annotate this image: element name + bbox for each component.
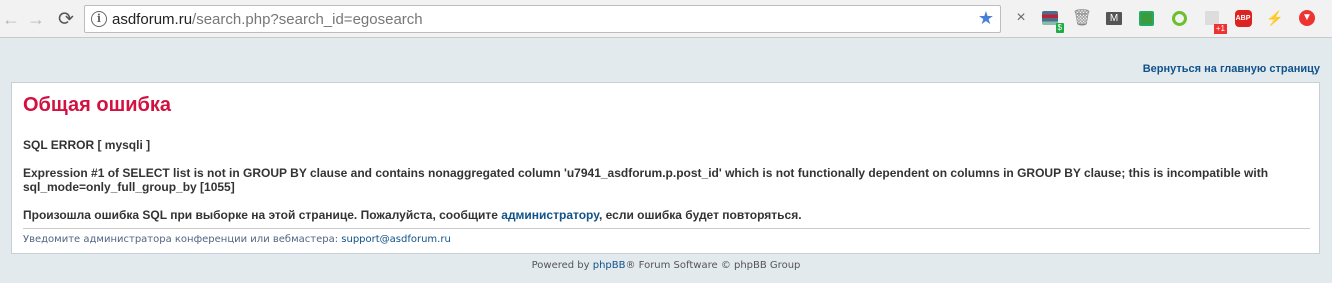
green-circle-extension-icon[interactable] <box>1170 9 1188 27</box>
url-text[interactable]: asdforum.ru/search.php?search_id=egosear… <box>112 11 423 28</box>
plus-one-badge: +1 <box>1213 24 1227 34</box>
green-square-icon <box>1138 10 1154 26</box>
blank-extension-icon <box>1205 11 1219 25</box>
error-panel: Общая ошибка SQL ERROR [ mysqli ] Expres… <box>11 82 1320 254</box>
error-title: Общая ошибка <box>23 94 172 116</box>
bolt-icon[interactable]: ⚡ <box>1266 9 1284 27</box>
back-to-index-link[interactable]: Вернуться на главную страницу <box>1143 63 1320 75</box>
plus-one-extension-icon[interactable]: +1 <box>1203 9 1227 34</box>
trash-icon[interactable]: 🗑 <box>1072 9 1092 27</box>
back-icon[interactable]: ← <box>0 8 22 30</box>
wallet-extension-icon[interactable]: $ <box>1041 9 1064 33</box>
green-circle-icon <box>1171 10 1187 26</box>
wallet-badge: $ <box>1055 23 1064 33</box>
mail-extension-icon[interactable]: M <box>1105 9 1123 27</box>
error-message-before: Произошла ошибка SQL при выборке на этой… <box>23 208 502 222</box>
administrator-link[interactable]: администратору <box>501 208 599 222</box>
adblock-plus-extension-icon[interactable]: ABP <box>1234 9 1252 27</box>
divider <box>23 228 1310 229</box>
sql-error-label: SQL ERROR [ mysqli ] <box>23 138 151 152</box>
support-email-link[interactable]: support@asdforum.ru <box>341 234 451 245</box>
green-square-extension-icon[interactable] <box>1137 9 1155 27</box>
footer: Powered by phpBB® Forum Software © phpBB… <box>0 260 1332 271</box>
sql-error-expression: Expression #1 of SELECT list is not in G… <box>23 166 1269 194</box>
adblock-icon: ABP <box>1234 9 1252 27</box>
notice-text: Уведомите администратора конференции или… <box>23 234 342 245</box>
url-path: /search.php?search_id=egosearch <box>192 11 423 28</box>
footer-before: Powered by <box>531 260 593 271</box>
download-extension-icon[interactable]: ▼ <box>1298 9 1316 27</box>
down-arrow-icon: ▼ <box>1299 10 1315 26</box>
error-message: Произошла ошибка SQL при выборке на этой… <box>23 208 802 222</box>
close-icon[interactable]: × <box>1012 9 1030 27</box>
bookmark-star-icon[interactable]: ★ <box>978 8 994 29</box>
error-message-after: , если ошибка будет повторяться. <box>598 208 802 222</box>
reload-icon[interactable]: ⟳ <box>55 8 77 30</box>
phpbb-link[interactable]: phpBB <box>593 260 626 271</box>
site-info-icon[interactable]: i <box>91 11 107 27</box>
url-host: asdforum.ru <box>112 11 193 28</box>
footer-after: ® Forum Software © phpBB Group <box>625 260 801 271</box>
address-bar[interactable]: i asdforum.ru/search.php?search_id=egose… <box>84 5 1001 33</box>
admin-notice: Уведомите администратора конференции или… <box>23 234 451 245</box>
browser-toolbar: ← → ⟳ i asdforum.ru/search.php?search_id… <box>0 0 1332 38</box>
forward-icon[interactable]: → <box>25 8 47 30</box>
mail-icon: M <box>1106 11 1122 25</box>
